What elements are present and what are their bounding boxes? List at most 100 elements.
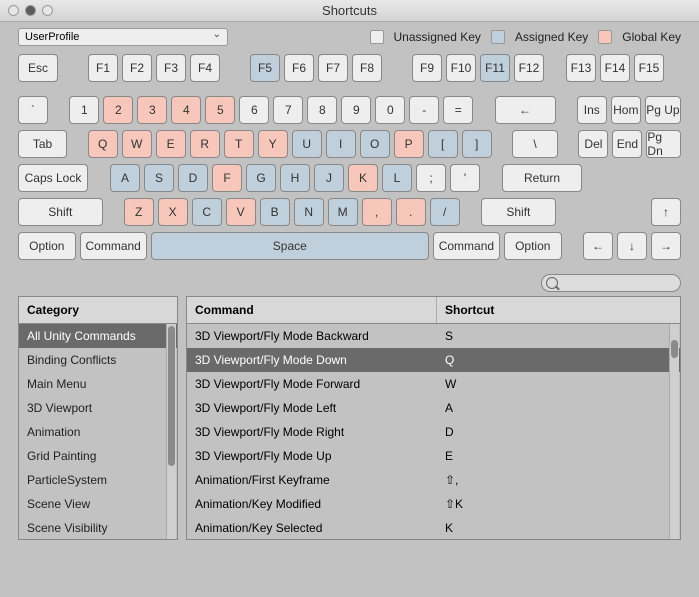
command-row[interactable]: 3D Viewport/Fly Mode BackwardS	[187, 324, 680, 348]
command-row[interactable]: 3D Viewport/Fly Mode ForwardW	[187, 372, 680, 396]
category-row[interactable]: Binding Conflicts	[19, 348, 177, 372]
key-capslock[interactable]: Caps Lock	[18, 164, 88, 192]
key-f11[interactable]: F11	[480, 54, 510, 82]
key-[interactable]: [	[428, 130, 458, 158]
key-x[interactable]: X	[158, 198, 188, 226]
key-9[interactable]: 9	[341, 96, 371, 124]
key-option[interactable]: Option	[504, 232, 562, 260]
key-pgup[interactable]: Pg Up	[645, 96, 681, 124]
key-3[interactable]: 3	[137, 96, 167, 124]
key-z[interactable]: Z	[124, 198, 154, 226]
key-5[interactable]: 5	[205, 96, 235, 124]
search-input[interactable]	[541, 274, 681, 292]
category-row[interactable]: ParticleSystem	[19, 468, 177, 492]
category-row[interactable]: Grid Painting	[19, 444, 177, 468]
key-b[interactable]: B	[260, 198, 290, 226]
key-[interactable]: ↑	[651, 198, 681, 226]
category-row[interactable]: Scene View	[19, 492, 177, 516]
key-i[interactable]: I	[326, 130, 356, 158]
key-e[interactable]: E	[156, 130, 186, 158]
key-shift[interactable]: Shift	[18, 198, 103, 226]
category-row[interactable]: Main Menu	[19, 372, 177, 396]
command-row[interactable]: Animation/Key SelectedK	[187, 516, 680, 539]
key-f1[interactable]: F1	[88, 54, 118, 82]
key-[interactable]: →	[651, 232, 681, 260]
key-f6[interactable]: F6	[284, 54, 314, 82]
command-row[interactable]: Animation/Key Modified⇧K	[187, 492, 680, 516]
key-q[interactable]: Q	[88, 130, 118, 158]
key-k[interactable]: K	[348, 164, 378, 192]
key-f8[interactable]: F8	[352, 54, 382, 82]
key-f10[interactable]: F10	[446, 54, 476, 82]
key-u[interactable]: U	[292, 130, 322, 158]
key-[interactable]: .	[396, 198, 426, 226]
key-t[interactable]: T	[224, 130, 254, 158]
key-[interactable]: ,	[362, 198, 392, 226]
profile-dropdown[interactable]: UserProfile	[18, 28, 228, 46]
key-y[interactable]: Y	[258, 130, 288, 158]
key-8[interactable]: 8	[307, 96, 337, 124]
key-s[interactable]: S	[144, 164, 174, 192]
key-f9[interactable]: F9	[412, 54, 442, 82]
key-[interactable]: \	[512, 130, 557, 158]
key-m[interactable]: M	[328, 198, 358, 226]
key-f2[interactable]: F2	[122, 54, 152, 82]
key-end[interactable]: End	[612, 130, 642, 158]
key-h[interactable]: H	[280, 164, 310, 192]
key-n[interactable]: N	[294, 198, 324, 226]
scrollbar[interactable]	[166, 324, 176, 539]
minimize-icon[interactable]	[25, 5, 36, 16]
key-hom[interactable]: Hom	[611, 96, 641, 124]
key-[interactable]: `	[18, 96, 48, 124]
maximize-icon[interactable]	[42, 5, 53, 16]
close-icon[interactable]	[8, 5, 19, 16]
key-7[interactable]: 7	[273, 96, 303, 124]
key-j[interactable]: J	[314, 164, 344, 192]
key-f5[interactable]: F5	[250, 54, 280, 82]
key-tab[interactable]: Tab	[18, 130, 67, 158]
key-l[interactable]: L	[382, 164, 412, 192]
category-row[interactable]: All Unity Commands	[19, 324, 177, 348]
key-f7[interactable]: F7	[318, 54, 348, 82]
key-[interactable]: /	[430, 198, 460, 226]
key-4[interactable]: 4	[171, 96, 201, 124]
key-del[interactable]: Del	[578, 130, 608, 158]
key-o[interactable]: O	[360, 130, 390, 158]
key-a[interactable]: A	[110, 164, 140, 192]
command-row[interactable]: 3D Viewport/Fly Mode LeftA	[187, 396, 680, 420]
key-[interactable]: ←	[583, 232, 613, 260]
key-f13[interactable]: F13	[566, 54, 596, 82]
key-pgdn[interactable]: Pg Dn	[646, 130, 681, 158]
key-[interactable]: =	[443, 96, 473, 124]
key-p[interactable]: P	[394, 130, 424, 158]
key-f[interactable]: F	[212, 164, 242, 192]
key-[interactable]: ;	[416, 164, 446, 192]
key-w[interactable]: W	[122, 130, 152, 158]
key-[interactable]: '	[450, 164, 480, 192]
key-[interactable]: ↓	[617, 232, 647, 260]
command-row[interactable]: 3D Viewport/Fly Mode DownQ	[187, 348, 680, 372]
command-row[interactable]: 3D Viewport/Fly Mode UpE	[187, 444, 680, 468]
key-0[interactable]: 0	[375, 96, 405, 124]
key-shift[interactable]: Shift	[481, 198, 556, 226]
key-option[interactable]: Option	[18, 232, 76, 260]
key-[interactable]: ]	[462, 130, 492, 158]
key-r[interactable]: R	[190, 130, 220, 158]
key-command[interactable]: Command	[80, 232, 147, 260]
command-row[interactable]: 3D Viewport/Fly Mode RightD	[187, 420, 680, 444]
key-6[interactable]: 6	[239, 96, 269, 124]
key-[interactable]: -	[409, 96, 439, 124]
key-f14[interactable]: F14	[600, 54, 630, 82]
key-2[interactable]: 2	[103, 96, 133, 124]
key-[interactable]: ←	[495, 96, 556, 124]
key-ins[interactable]: Ins	[577, 96, 607, 124]
key-f4[interactable]: F4	[190, 54, 220, 82]
key-c[interactable]: C	[192, 198, 222, 226]
key-esc[interactable]: Esc	[18, 54, 58, 82]
key-f3[interactable]: F3	[156, 54, 186, 82]
key-d[interactable]: D	[178, 164, 208, 192]
key-f12[interactable]: F12	[514, 54, 544, 82]
category-row[interactable]: 3D Viewport	[19, 396, 177, 420]
key-f15[interactable]: F15	[634, 54, 664, 82]
key-command[interactable]: Command	[433, 232, 500, 260]
